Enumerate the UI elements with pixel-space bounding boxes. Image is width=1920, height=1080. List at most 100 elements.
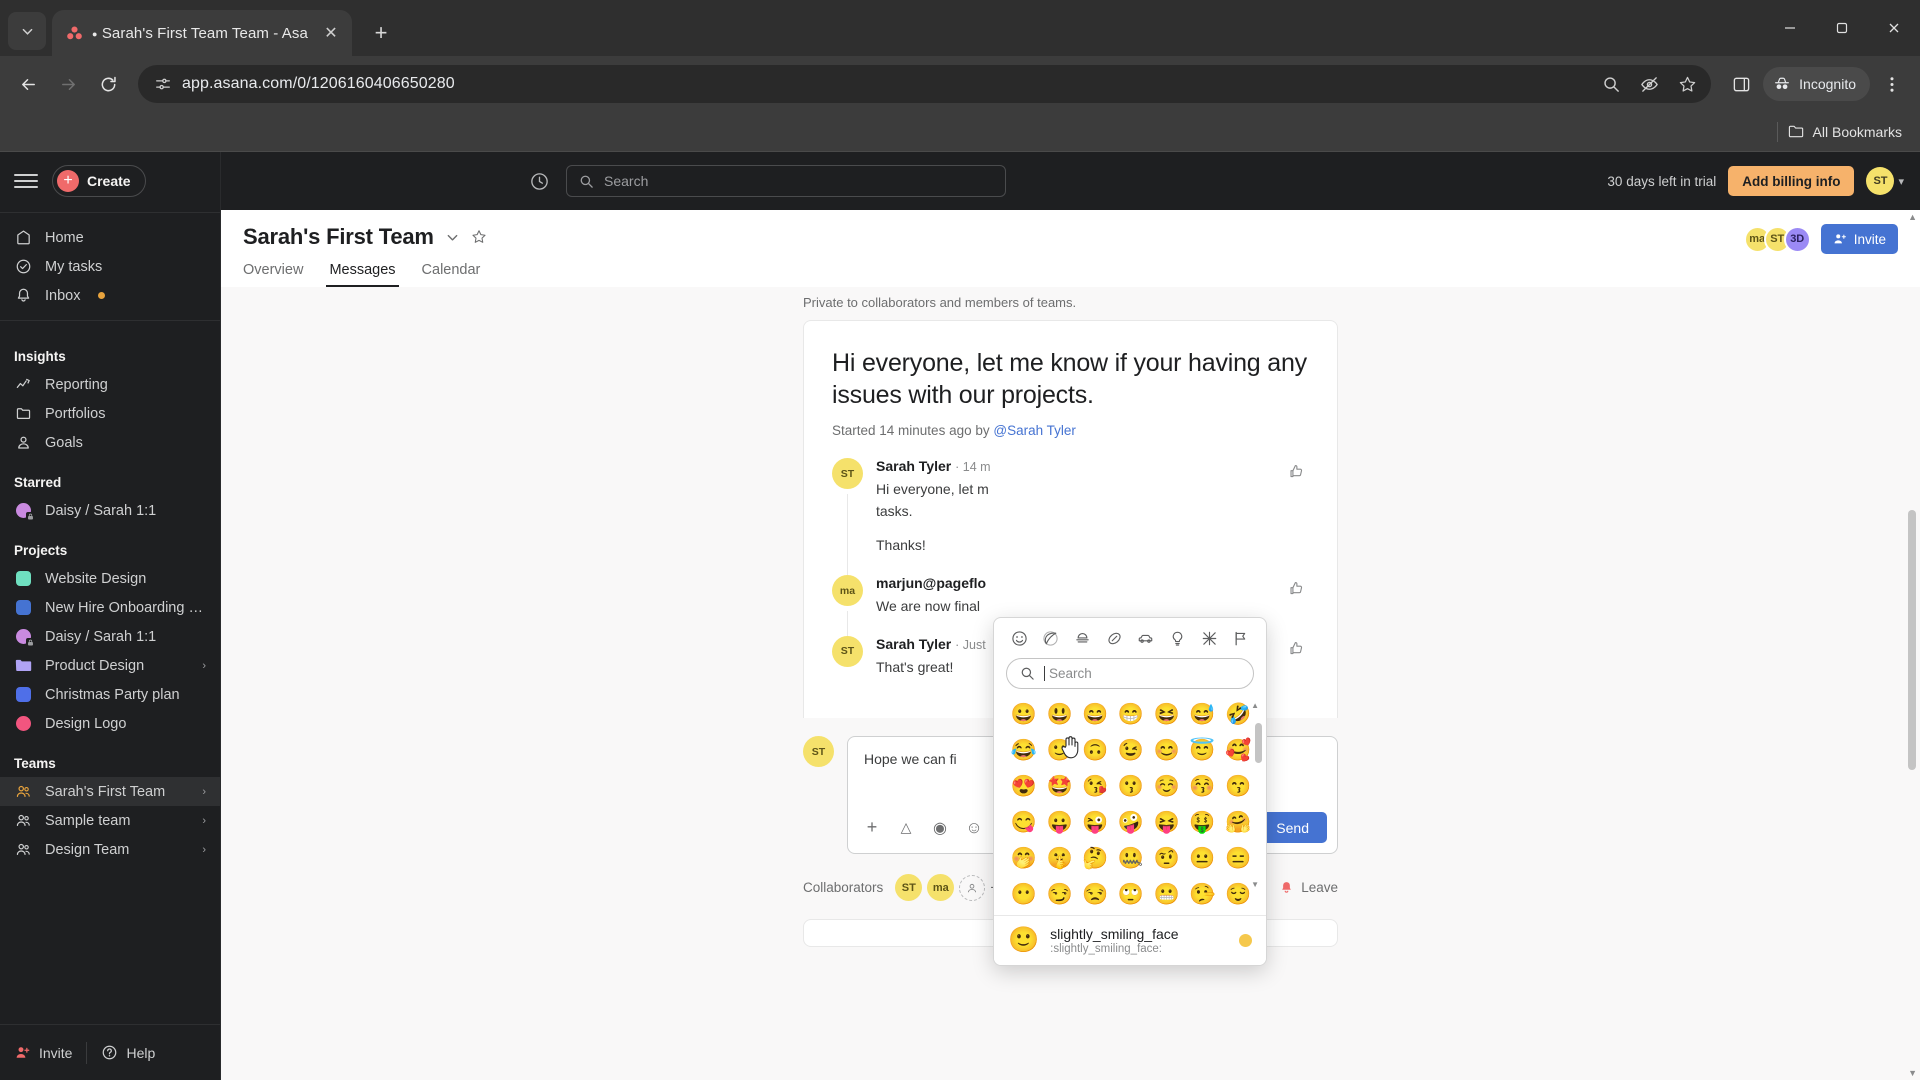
send-button[interactable]: Send xyxy=(1258,812,1327,844)
sidebar-item-portfolios[interactable]: Portfolios xyxy=(0,399,220,428)
create-button[interactable]: + Create xyxy=(52,165,146,197)
author-mention-link[interactable]: @Sarah Tyler xyxy=(993,423,1076,438)
invite-button[interactable]: Invite xyxy=(1820,224,1898,254)
new-tab-button[interactable]: + xyxy=(364,16,398,50)
sidebar-item-design-team[interactable]: Design Team › xyxy=(0,835,220,864)
emoji-cell[interactable]: 😀 xyxy=(1006,697,1042,731)
help-button[interactable]: Help xyxy=(101,1044,155,1061)
sidebar-item-daisy-sarah[interactable]: Daisy / Sarah 1:1 xyxy=(0,622,220,651)
emoji-cell[interactable]: 🤫 xyxy=(1042,841,1078,875)
emoji-cell[interactable]: ☺️ xyxy=(1149,769,1185,803)
sidebar-item-product-design[interactable]: Product Design › xyxy=(0,651,220,680)
emoji-cell[interactable]: 🙂 xyxy=(1042,733,1078,767)
emoji-cell[interactable]: 😊 xyxy=(1149,733,1185,767)
skin-tone-selector[interactable] xyxy=(1239,934,1252,947)
close-icon[interactable]: ✕ xyxy=(320,22,342,44)
scroll-down-icon[interactable]: ▼ xyxy=(1908,1068,1917,1078)
sidebar-item-design-logo[interactable]: Design Logo xyxy=(0,709,220,738)
add-billing-info-button[interactable]: Add billing info xyxy=(1728,166,1855,196)
emoji-cell[interactable]: 😘 xyxy=(1077,769,1113,803)
smileys-category-icon[interactable] xyxy=(1006,625,1032,651)
hide-password-icon[interactable] xyxy=(1633,68,1665,100)
emoji-scrollbar[interactable]: ▲ ▼ xyxy=(1251,701,1262,889)
sidebar-item-reporting[interactable]: Reporting xyxy=(0,370,220,399)
sidebar-item-sarahs-first-team[interactable]: Sarah's First Team › xyxy=(0,777,220,806)
emoji-cell[interactable]: 😚 xyxy=(1185,769,1221,803)
sidebar-item-website-design[interactable]: Website Design xyxy=(0,564,220,593)
recents-clock-icon[interactable] xyxy=(522,164,556,198)
sidebar-item-new-hire-onboarding[interactable]: New Hire Onboarding Ch... xyxy=(0,593,220,622)
emoji-cell[interactable]: 😪 xyxy=(1042,913,1078,915)
scrollbar-thumb[interactable] xyxy=(1908,510,1916,770)
add-collaborator-avatar-icon[interactable] xyxy=(959,874,986,901)
user-avatar-menu[interactable]: ST ▾ xyxy=(1866,167,1904,195)
record-icon[interactable]: ◉ xyxy=(926,814,954,842)
emoji-cell[interactable]: 😋 xyxy=(1006,805,1042,839)
emoji-scrollbar-thumb[interactable] xyxy=(1255,723,1262,763)
emoji-cell[interactable]: 😛 xyxy=(1042,805,1078,839)
emoji-icon[interactable]: ☺ xyxy=(960,814,988,842)
emoji-cell[interactable]: 😍 xyxy=(1006,769,1042,803)
sidebar-item-my-tasks[interactable]: My tasks xyxy=(0,252,220,281)
emoji-cell[interactable]: 😑 xyxy=(1220,841,1256,875)
scroll-down-icon[interactable]: ▼ xyxy=(1251,880,1259,889)
reload-icon[interactable] xyxy=(90,66,126,102)
emoji-cell[interactable]: 😐 xyxy=(1185,841,1221,875)
site-settings-icon[interactable] xyxy=(154,75,172,93)
emoji-cell[interactable]: 😔 xyxy=(1006,913,1042,915)
sidebar-item-sample-team[interactable]: Sample team › xyxy=(0,806,220,835)
emoji-cell[interactable]: 🤕 xyxy=(1220,913,1256,915)
objects-category-icon[interactable] xyxy=(1165,625,1191,651)
chevron-right-icon[interactable]: › xyxy=(202,660,206,672)
emoji-cell[interactable]: 🤭 xyxy=(1006,841,1042,875)
close-window-icon[interactable] xyxy=(1868,0,1920,56)
side-panel-icon[interactable] xyxy=(1723,66,1759,102)
emoji-cell[interactable]: 😄 xyxy=(1077,697,1113,731)
forward-icon[interactable] xyxy=(50,66,86,102)
bookmark-star-icon[interactable] xyxy=(1671,68,1703,100)
emoji-cell[interactable]: 😶 xyxy=(1006,877,1042,911)
chrome-menu-icon[interactable] xyxy=(1874,66,1910,102)
emoji-cell[interactable]: 😒 xyxy=(1077,877,1113,911)
emoji-cell[interactable]: 🤐 xyxy=(1113,841,1149,875)
back-icon[interactable] xyxy=(10,66,46,102)
chevron-right-icon[interactable]: › xyxy=(202,786,206,798)
emoji-cell[interactable]: 🤒 xyxy=(1185,913,1221,915)
menu-icon[interactable] xyxy=(14,174,38,188)
chevron-right-icon[interactable]: › xyxy=(202,815,206,827)
emoji-cell[interactable]: 🤪 xyxy=(1113,805,1149,839)
emoji-cell[interactable]: 😆 xyxy=(1149,697,1185,731)
emoji-cell[interactable]: 🤨 xyxy=(1149,841,1185,875)
chevron-down-icon[interactable] xyxy=(446,231,459,244)
emoji-cell[interactable]: 🤩 xyxy=(1042,769,1078,803)
add-icon[interactable]: + xyxy=(858,814,886,842)
invite-button[interactable]: Invite xyxy=(14,1044,72,1061)
sidebar-item-starred-daisy-sarah[interactable]: Daisy / Sarah 1:1 xyxy=(0,496,220,525)
emoji-cell[interactable]: 😗 xyxy=(1113,769,1149,803)
scroll-up-icon[interactable]: ▲ xyxy=(1251,701,1259,710)
emoji-cell[interactable]: 😅 xyxy=(1185,697,1221,731)
tab-search-button[interactable] xyxy=(8,12,46,50)
emoji-cell[interactable]: 😁 xyxy=(1113,697,1149,731)
emoji-cell[interactable]: 😬 xyxy=(1149,877,1185,911)
leave-button[interactable]: Leave xyxy=(1279,880,1338,895)
emoji-cell[interactable]: 🥰 xyxy=(1220,733,1256,767)
emoji-cell[interactable]: 😙 xyxy=(1220,769,1256,803)
scroll-up-icon[interactable]: ▲ xyxy=(1908,212,1917,222)
emoji-cell[interactable]: 😏 xyxy=(1042,877,1078,911)
emoji-cell[interactable]: 😃 xyxy=(1042,697,1078,731)
tab-overview[interactable]: Overview xyxy=(243,262,303,287)
like-icon[interactable] xyxy=(1283,575,1309,601)
flags-category-icon[interactable] xyxy=(1228,625,1254,651)
emoji-cell[interactable]: 😉 xyxy=(1113,733,1149,767)
sidebar-item-inbox[interactable]: Inbox xyxy=(0,281,220,310)
zoom-search-icon[interactable] xyxy=(1595,68,1627,100)
emoji-cell[interactable]: 🤥 xyxy=(1185,877,1221,911)
emoji-cell[interactable]: 😷 xyxy=(1149,913,1185,915)
nature-category-icon[interactable] xyxy=(1038,625,1064,651)
star-icon[interactable] xyxy=(471,229,487,245)
emoji-picker[interactable]: Search 😀 😃 😄 😁 😆 😅 🤣 😂 🙂 🙃 😉 😊 😇 🥰 😍 🤩 😘… xyxy=(993,617,1267,966)
emoji-search-input[interactable]: Search xyxy=(1006,658,1254,689)
maximize-icon[interactable] xyxy=(1816,0,1868,56)
sidebar-item-home[interactable]: Home xyxy=(0,223,220,252)
